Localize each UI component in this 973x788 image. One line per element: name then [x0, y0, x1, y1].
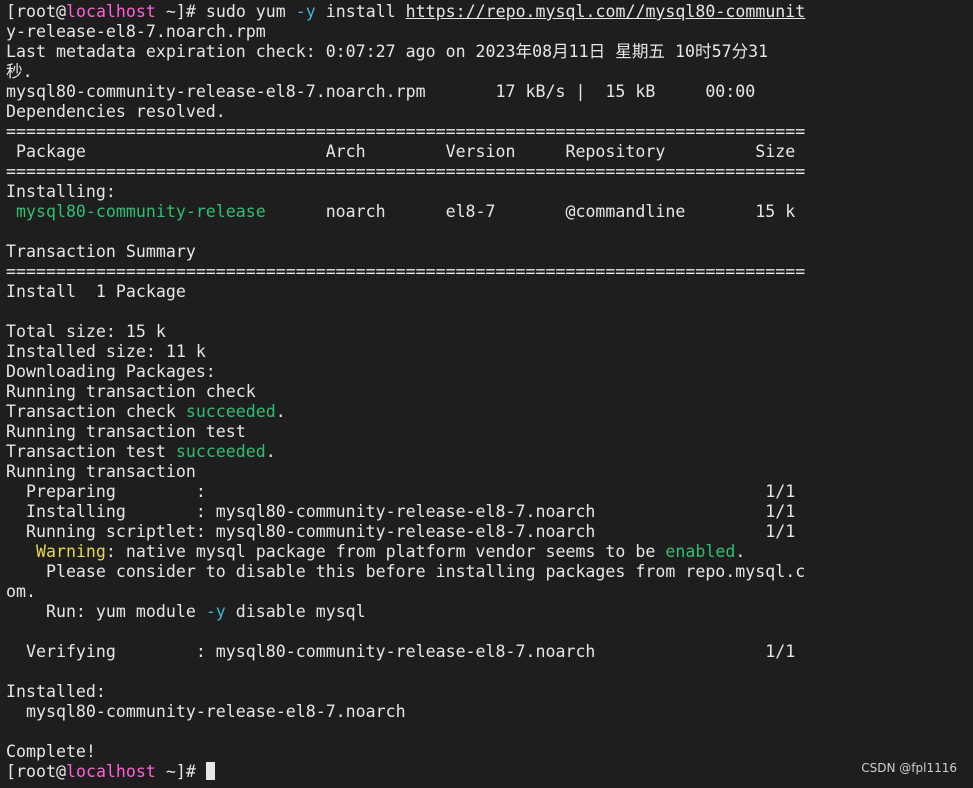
preparing-step-line: Preparing : 1/1	[6, 482, 796, 501]
separator-line: ========================================…	[6, 262, 806, 281]
prompt-user: root	[16, 762, 56, 781]
prompt-user: root	[16, 2, 56, 21]
scriptlet-step-line: Running scriptlet: mysql80-community-rel…	[6, 522, 796, 541]
prompt-bracket-open: [	[6, 762, 16, 781]
check-result-text: Transaction check	[6, 402, 186, 421]
metadata-line: Last metadata expiration check: 0:07:27 …	[6, 42, 769, 61]
running-check-line: Running transaction check	[6, 382, 256, 401]
test-result-line: Transaction test succeeded.	[6, 442, 973, 462]
prompt-host: localhost	[65, 762, 156, 781]
warning-line: Warning: native mysql package from platf…	[6, 542, 973, 562]
command-text: sudo yum	[205, 2, 296, 21]
check-result-line: Transaction check succeeded.	[6, 402, 973, 422]
warning-indent	[6, 542, 36, 561]
deps-resolved-line: Dependencies resolved.	[6, 102, 226, 121]
install-count-line: Install 1 Package	[6, 282, 186, 301]
consider-line: Please consider to disable this before i…	[6, 562, 806, 581]
installing-step-line: Installing : mysql80-community-release-e…	[6, 502, 796, 521]
run-command-flag: -y	[205, 602, 226, 621]
warning-period: .	[735, 542, 746, 561]
installed-label: Installed:	[6, 682, 106, 701]
package-details: noarch el8-7 @commandline 15 k	[265, 202, 796, 221]
package-name: mysql80-community-release	[6, 202, 266, 221]
warning-text: : native mysql package from platform ven…	[105, 542, 666, 561]
csdn-watermark: CSDN @fpl1116	[861, 761, 957, 775]
test-result-period: .	[265, 442, 276, 461]
prompt-at: @	[55, 2, 66, 21]
run-command-hint: Run: yum module -y disable mysql	[6, 602, 973, 622]
check-succeeded-status: succeeded	[185, 402, 276, 421]
prompt-at: @	[55, 762, 66, 781]
running-test-line: Running transaction test	[6, 422, 246, 441]
command-line-1: [root@localhost ~]# sudo yum -y install …	[6, 2, 973, 22]
consider-line-wrap: om.	[6, 582, 36, 601]
prompt-bracket-open: [	[6, 2, 16, 21]
terminal-window[interactable]: [root@localhost ~]# sudo yum -y install …	[0, 0, 973, 788]
installed-package-line: mysql80-community-release-el8-7.noarch	[6, 702, 406, 721]
test-result-text: Transaction test	[6, 442, 176, 461]
prompt-rest: ~]#	[155, 762, 206, 781]
complete-line: Complete!	[6, 742, 96, 761]
verifying-step-line: Verifying : mysql80-community-release-el…	[6, 642, 796, 661]
running-transaction-line: Running transaction	[6, 462, 196, 481]
prompt-rest: ~]#	[155, 2, 206, 21]
run-command-rest: disable mysql	[225, 602, 366, 621]
text-cursor	[205, 762, 215, 780]
total-size-line: Total size: 15 k	[6, 322, 166, 341]
test-succeeded-status: succeeded	[175, 442, 266, 461]
command-prompt-line[interactable]: [root@localhost ~]#	[6, 762, 973, 782]
download-progress-line: mysql80-community-release-el8-7.noarch.r…	[6, 82, 756, 101]
check-result-period: .	[275, 402, 286, 421]
command-line-wrap: y-release-el8-7.noarch.rpm	[6, 22, 266, 41]
command-url-link[interactable]: https://repo.mysql.com//mysql80-communit	[406, 2, 806, 21]
installing-label: Installing:	[6, 182, 116, 201]
installed-size-line: Installed size: 11 k	[6, 342, 206, 361]
transaction-summary-label: Transaction Summary	[6, 242, 196, 261]
warning-enabled-word: enabled	[665, 542, 736, 561]
run-command-text: Run: yum module	[6, 602, 206, 621]
downloading-line: Downloading Packages:	[6, 362, 216, 381]
command-text-mid: install	[315, 2, 406, 21]
package-row: mysql80-community-release noarch el8-7 @…	[6, 202, 973, 222]
separator-line: ========================================…	[6, 162, 806, 181]
command-flag: -y	[295, 2, 316, 21]
prompt-host: localhost	[65, 2, 156, 21]
separator-line: ========================================…	[6, 122, 806, 141]
metadata-line-wrap: 秒.	[6, 62, 33, 81]
table-header-line: Package Arch Version Repository Size	[6, 142, 796, 161]
warning-label: Warning	[35, 542, 106, 561]
